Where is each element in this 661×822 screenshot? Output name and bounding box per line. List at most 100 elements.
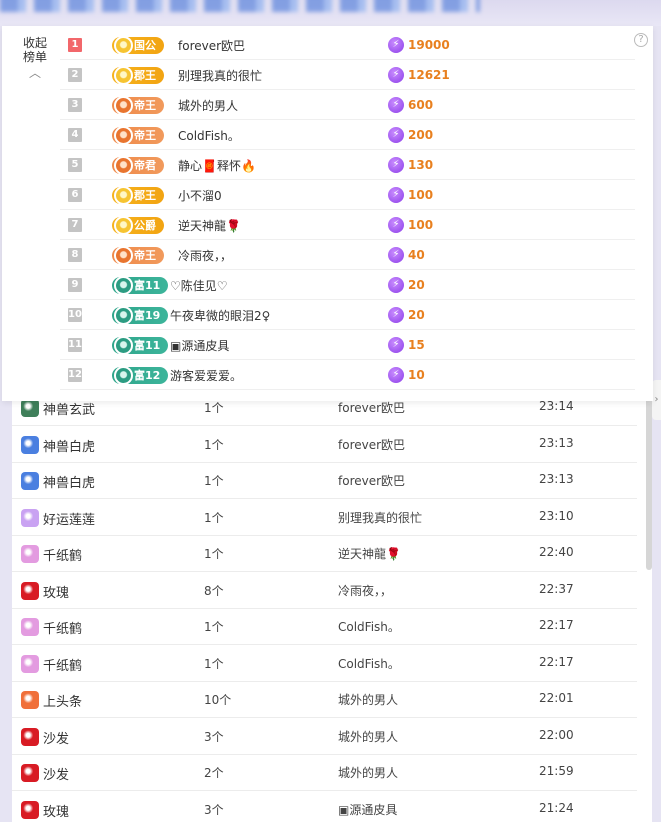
rank-row[interactable]: 10 富19 午夜卑微的眼泪2♀ ⚡ 20 <box>60 300 635 330</box>
gift-time: 22:01 <box>539 691 574 705</box>
rank-row[interactable]: 1 国公 forever欧巴 ⚡ 19000 <box>60 30 635 60</box>
gift-row[interactable]: 玫瑰 3个 ▣源通皮具 21:24 <box>12 792 637 822</box>
user-name[interactable]: 逆天神龍🌹 <box>178 217 241 234</box>
score-text: 600 <box>408 98 434 112</box>
gift-count: 1个 <box>204 547 224 561</box>
sender-name: 城外的男人 <box>338 730 399 744</box>
level-badge: 国公 <box>112 36 164 55</box>
sender-name: 逆天神龍🌹 <box>338 547 401 561</box>
rank-row[interactable]: 8 帝王 冷雨夜，， ⚡ 40 <box>60 240 635 270</box>
gift-row[interactable]: 沙发 3个 城外的男人 22:00 <box>12 719 637 755</box>
rank-row[interactable]: 4 帝王 ColdFish。 ⚡ 200 <box>60 120 635 150</box>
rose-icon <box>21 801 39 819</box>
sender-name: 城外的男人 <box>338 693 399 707</box>
user-name[interactable]: 游客爱爱爱。 <box>170 367 242 384</box>
lightning-icon: ⚡ <box>388 67 404 83</box>
lightning-icon: ⚡ <box>388 127 404 143</box>
gift-name: 玫瑰 <box>43 805 70 820</box>
user-name[interactable]: 城外的男人 <box>178 97 238 114</box>
gift-row[interactable]: 上头条 10个 城外的男人 22:01 <box>12 682 637 718</box>
rank-number: 9 <box>68 278 82 292</box>
score-text: 130 <box>408 158 434 172</box>
level-badge-icon <box>114 186 133 205</box>
user-name[interactable]: ▣源通皮具 <box>170 337 229 354</box>
rank-row[interactable]: 6 郡王 小不溜0 ⚡ 100 <box>60 180 635 210</box>
level-badge-label: 公爵 <box>134 219 156 232</box>
score-text: 20 <box>408 278 425 292</box>
gift-name: 上头条 <box>43 695 83 710</box>
user-name[interactable]: 别理我真的很忙 <box>178 67 262 84</box>
score-value: ⚡ 19000 <box>388 36 450 54</box>
score-value: ⚡ 200 <box>388 126 433 144</box>
rank-row[interactable]: 3 帝王 城外的男人 ⚡ 600 <box>60 90 635 120</box>
headline-icon <box>21 691 39 709</box>
level-badge-label: 富11 <box>134 339 161 352</box>
lightning-icon: ⚡ <box>388 217 404 233</box>
gift-row[interactable]: 好运莲莲 1个 别理我真的很忙 23:10 <box>12 500 637 536</box>
gift-row[interactable]: 神兽白虎 1个 forever欧巴 23:13 <box>12 427 637 463</box>
side-expand-tab[interactable]: › <box>652 380 661 420</box>
sender-name: forever欧巴 <box>338 438 406 452</box>
gift-record-list: 神兽玄武 1个 forever欧巴 23:14 神兽白虎 1个 forever欧巴 23:13… <box>12 370 652 822</box>
gift-row[interactable]: 神兽白虎 1个 forever欧巴 23:13 <box>12 463 637 499</box>
user-name[interactable]: 冷雨夜，， <box>178 247 232 264</box>
gift-time: 22:40 <box>539 545 574 559</box>
level-badge-label: 富12 <box>134 369 161 382</box>
gift-name: 好运莲莲 <box>43 513 96 528</box>
paper-crane-icon <box>21 618 39 636</box>
lightning-icon: ⚡ <box>388 37 404 53</box>
score-value: ⚡ 10 <box>388 366 425 384</box>
score-value: ⚡ 130 <box>388 156 433 174</box>
rank-row[interactable]: 9 富11 ♡陈佳见♡ ⚡ 20 <box>60 270 635 300</box>
gift-name: 神兽玄武 <box>43 403 96 418</box>
gift-time: 22:00 <box>539 728 574 742</box>
gift-row[interactable]: 千纸鹤 1个 逆天神龍🌹 22:40 <box>12 536 637 572</box>
user-name[interactable]: forever欧巴 <box>178 37 245 54</box>
user-name[interactable]: ColdFish。 <box>178 127 240 144</box>
rank-row[interactable]: 5 帝君 静心🧧释怀🔥 ⚡ 130 <box>60 150 635 180</box>
rank-number: 8 <box>68 248 82 262</box>
gift-row[interactable]: 千纸鹤 1个 ColdFish。 22:17 <box>12 646 637 682</box>
gift-time: 22:37 <box>539 582 574 596</box>
user-name[interactable]: 静心🧧释怀🔥 <box>178 157 256 174</box>
gift-row[interactable]: 千纸鹤 1个 ColdFish。 22:17 <box>12 609 637 645</box>
chevron-up-icon: ︿ <box>28 66 41 80</box>
level-badge-icon <box>114 36 133 55</box>
gift-row[interactable]: 沙发 2个 城外的男人 21:59 <box>12 755 637 791</box>
score-text: 12621 <box>408 68 450 82</box>
rank-number: 6 <box>68 188 82 202</box>
user-name[interactable]: ♡陈佳见♡ <box>170 277 228 294</box>
sender-name: 城外的男人 <box>338 766 399 780</box>
score-value: ⚡ 20 <box>388 276 425 294</box>
level-badge-label: 国公 <box>134 39 156 52</box>
help-icon[interactable]: ? <box>634 33 648 47</box>
gift-name: 沙发 <box>43 732 70 747</box>
rank-row[interactable]: 12 富12 游客爱爱爱。 ⚡ 10 <box>60 360 635 390</box>
sender-name: ColdFish。 <box>338 657 400 671</box>
score-text: 19000 <box>408 38 450 52</box>
gift-row[interactable]: 玫瑰 8个 冷雨夜，， 22:37 <box>12 573 637 609</box>
user-name[interactable]: 小不溜0 <box>178 187 222 204</box>
user-name[interactable]: 午夜卑微的眼泪2♀ <box>170 307 270 324</box>
score-value: ⚡ 100 <box>388 186 433 204</box>
rank-row[interactable]: 2 郡王 别理我真的很忙 ⚡ 12621 <box>60 60 635 90</box>
collapse-rank-button[interactable]: 收起榜单 ︿ <box>20 36 50 80</box>
level-badge-label: 富11 <box>134 279 161 292</box>
gift-time: 23:13 <box>539 472 574 486</box>
score-text: 40 <box>408 248 425 262</box>
gift-name: 玫瑰 <box>43 586 70 601</box>
gift-time: 23:14 <box>539 399 574 413</box>
level-badge-label: 帝君 <box>134 159 156 172</box>
lotus-icon <box>21 509 39 527</box>
rank-number: 12 <box>68 368 82 382</box>
score-value: ⚡ 600 <box>388 96 433 114</box>
paper-crane-icon <box>21 655 39 673</box>
gift-time: 21:59 <box>539 764 574 778</box>
lightning-icon: ⚡ <box>388 187 404 203</box>
level-badge-label: 富19 <box>134 309 161 322</box>
rank-row[interactable]: 7 公爵 逆天神龍🌹 ⚡ 100 <box>60 210 635 240</box>
level-badge-icon <box>114 216 133 235</box>
rank-row[interactable]: 11 富11 ▣源通皮具 ⚡ 15 <box>60 330 635 360</box>
top-banner <box>0 0 661 26</box>
paper-crane-icon <box>21 545 39 563</box>
